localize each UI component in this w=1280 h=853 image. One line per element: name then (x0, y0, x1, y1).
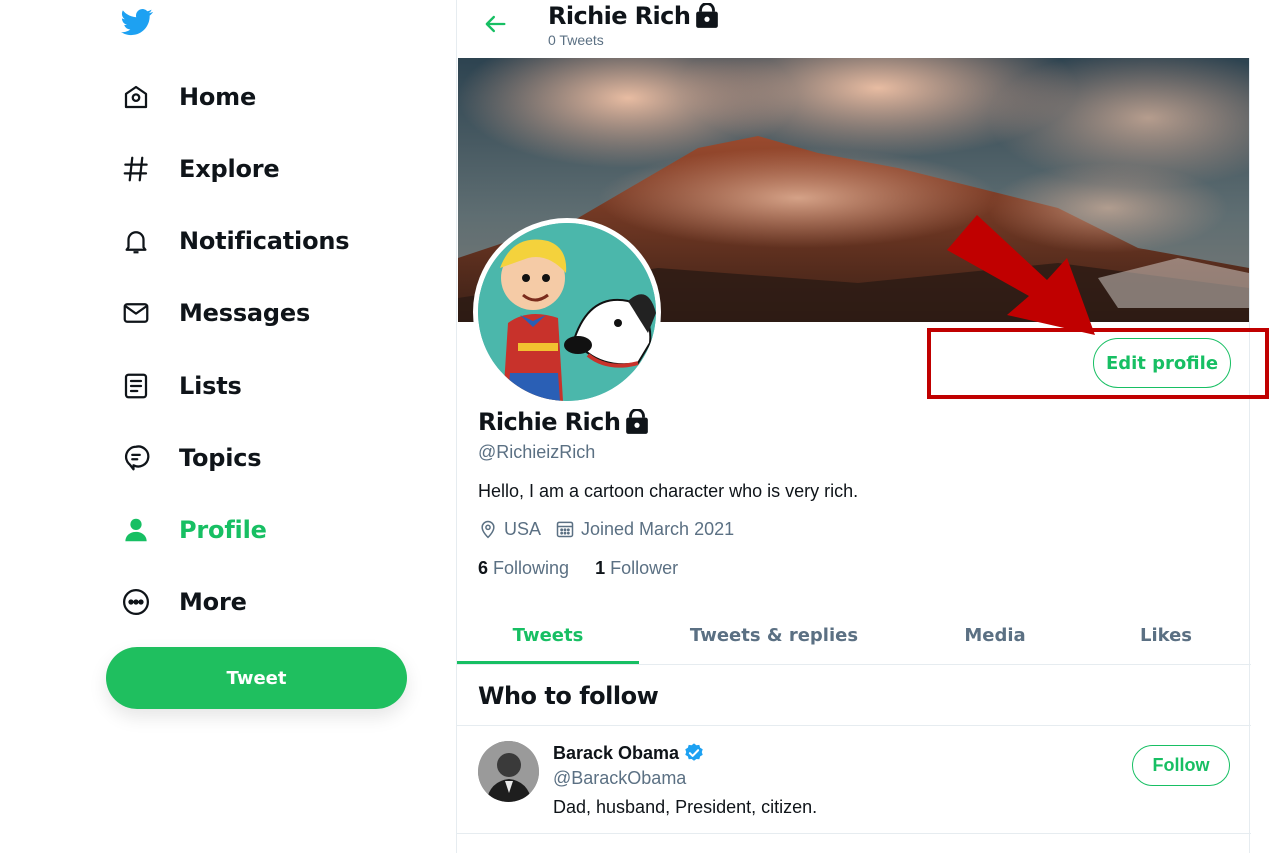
list-icon (118, 368, 154, 404)
nav-notifications-label: Notifications (179, 227, 350, 255)
active-tab-indicator (457, 661, 639, 664)
nav-more[interactable]: More (118, 580, 247, 624)
bell-icon (118, 223, 154, 259)
tweet-count: 0 Tweets (548, 32, 604, 48)
location-pin-icon (481, 520, 495, 539)
followers-label: Follower (610, 558, 679, 578)
profile-tabs: Tweets Tweets & replies Media Likes (457, 605, 1251, 665)
nav-notifications[interactable]: Notifications (118, 219, 350, 263)
hashtag-icon (118, 151, 154, 187)
following-count: 6 (478, 558, 489, 578)
nav-explore-label: Explore (179, 155, 280, 183)
nav-explore[interactable]: Explore (118, 147, 280, 191)
profile-avatar[interactable] (473, 218, 661, 406)
suggestion-name-text: Barack Obama (553, 742, 680, 763)
tab-tweets[interactable]: Tweets (457, 605, 639, 665)
twitter-logo-icon[interactable] (119, 6, 155, 38)
calendar-icon (556, 521, 574, 538)
topics-icon (118, 440, 154, 476)
nav-topics-label: Topics (179, 444, 262, 472)
who-to-follow-title: Who to follow (478, 682, 659, 710)
profile-handle: @RichieizRich (478, 442, 596, 462)
followers-count: 1 (595, 558, 606, 578)
location: USA (478, 519, 541, 540)
person-icon (118, 512, 154, 548)
avatar[interactable] (478, 741, 539, 802)
following-label: Following (493, 558, 570, 578)
suggestion-bio: Dad, husband, President, citizen. (553, 797, 818, 817)
nav-more-label: More (179, 588, 247, 616)
profile-meta: USA Joined March 2021 (478, 516, 748, 542)
following-link[interactable]: 6 Following (478, 558, 569, 579)
nav-lists-label: Lists (179, 372, 242, 400)
envelope-icon (118, 295, 154, 331)
join-date-text: Joined March 2021 (581, 518, 735, 539)
home-icon (118, 79, 154, 115)
nav-home-label: Home (179, 83, 257, 111)
profile-name: Richie Rich (478, 408, 650, 436)
suggestion-handle: @BarackObama (553, 768, 687, 788)
edit-profile-button[interactable]: Edit profile (1093, 338, 1231, 388)
header-name: Richie Rich (548, 2, 720, 30)
tab-likes[interactable]: Likes (1081, 605, 1251, 665)
lock-icon (696, 3, 719, 28)
lock-icon (626, 409, 649, 434)
back-arrow-icon[interactable] (481, 10, 509, 38)
verified-badge-icon (685, 743, 703, 761)
sidebar: Home Explore Notifications Messages List… (0, 0, 456, 853)
profile-column: Richie Rich 0 Tweets Edit profile Richie… (456, 0, 1269, 853)
follow-suggestion-item[interactable]: Barack Obama @BarackObama Dad, husband, … (457, 726, 1251, 834)
nav-topics[interactable]: Topics (118, 436, 262, 480)
tweet-button[interactable]: Tweet (106, 647, 407, 709)
profile-bio: Hello, I am a cartoon character who is v… (478, 481, 859, 501)
join-date: Joined March 2021 (555, 519, 734, 540)
profile-name-text: Richie Rich (478, 408, 621, 436)
followers-link[interactable]: 1 Follower (595, 558, 678, 579)
location-text: USA (504, 518, 542, 539)
profile-header-bar: Richie Rich 0 Tweets (457, 0, 1251, 58)
nav-messages[interactable]: Messages (118, 291, 310, 335)
header-name-text: Richie Rich (548, 2, 691, 30)
follow-stats: 6 Following 1 Follower (478, 558, 704, 579)
nav-profile[interactable]: Profile (118, 508, 267, 552)
nav-messages-label: Messages (179, 299, 311, 327)
nav-home[interactable]: Home (118, 75, 256, 119)
more-icon (118, 584, 154, 620)
follow-button[interactable]: Follow (1132, 745, 1230, 786)
annotation-arrow-icon (947, 215, 1095, 335)
tab-media[interactable]: Media (909, 605, 1081, 665)
suggestion-name: Barack Obama (553, 742, 705, 764)
tab-tweets-replies[interactable]: Tweets & replies (639, 605, 909, 665)
nav-profile-label: Profile (179, 516, 267, 544)
nav-lists[interactable]: Lists (118, 364, 242, 408)
